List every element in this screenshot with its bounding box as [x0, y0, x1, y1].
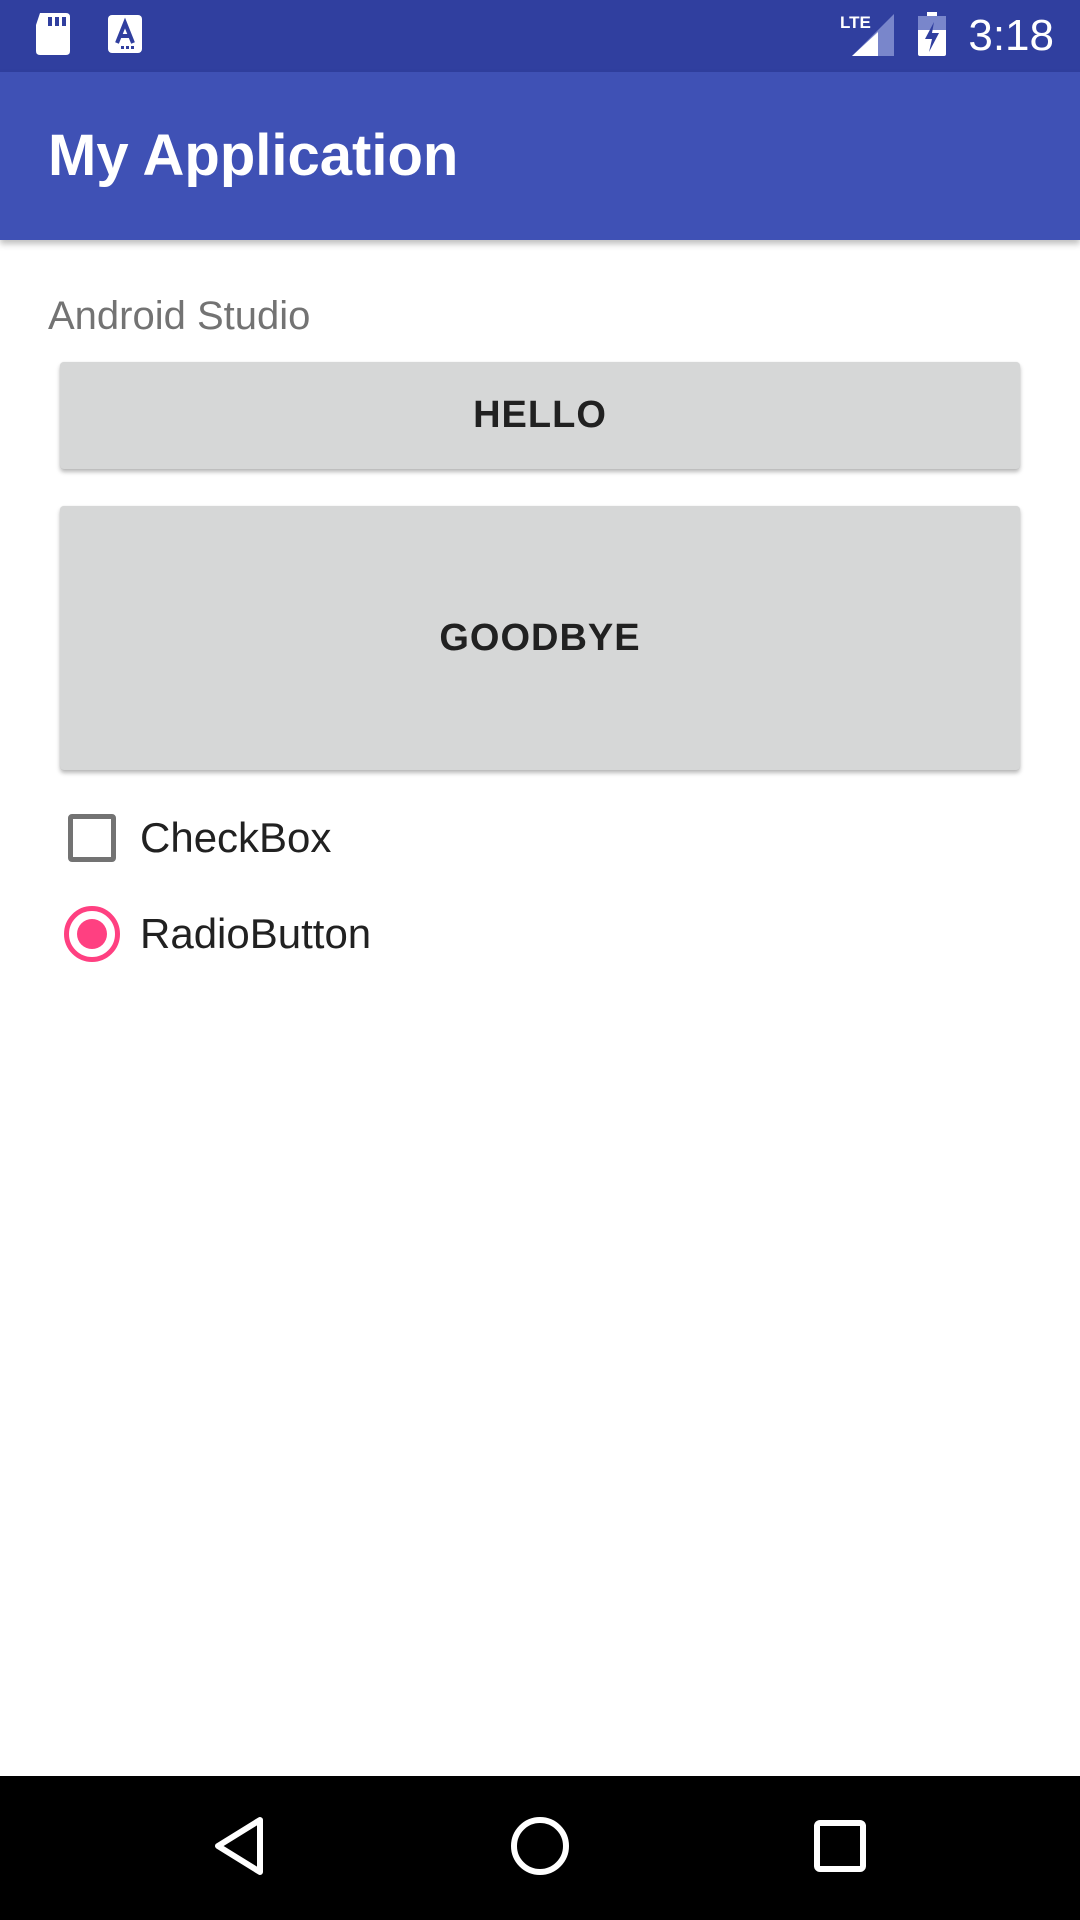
text-a-icon [108, 14, 142, 58]
radio-button-label[interactable]: RadioButton [140, 910, 371, 958]
sd-card-icon [36, 12, 70, 60]
app-bar: My Application [0, 72, 1080, 240]
recents-icon [814, 1819, 866, 1877]
screen: LTE 3:18 My Application Android Studio H… [0, 0, 1080, 1920]
notification-icons [36, 12, 142, 60]
radio-selected-dot [77, 919, 107, 949]
system-icons: LTE 3:18 [840, 0, 1054, 72]
back-icon [212, 1816, 268, 1881]
checkbox[interactable]: CheckBox [64, 808, 331, 868]
home-button[interactable] [504, 1812, 576, 1884]
back-button[interactable] [204, 1812, 276, 1884]
subtitle-text: Android Studio [48, 294, 311, 338]
status-clock: 3:18 [968, 11, 1054, 60]
network-type-label: LTE [840, 13, 871, 32]
radio-circle[interactable] [64, 906, 120, 962]
status-bar: LTE 3:18 [0, 0, 1080, 72]
battery-charging-icon [918, 11, 947, 61]
lte-signal-icon: LTE [840, 12, 896, 61]
checkbox-label[interactable]: CheckBox [140, 814, 331, 862]
goodbye-button[interactable]: GOODBYE [60, 506, 1020, 770]
radio-button[interactable]: RadioButton [64, 904, 371, 964]
navigation-bar [0, 1776, 1080, 1920]
app-title: My Application [48, 123, 459, 188]
checkbox-box[interactable] [68, 814, 116, 862]
recents-button[interactable] [804, 1812, 876, 1884]
hello-button[interactable]: HELLO [60, 362, 1020, 469]
home-icon [510, 1816, 570, 1881]
